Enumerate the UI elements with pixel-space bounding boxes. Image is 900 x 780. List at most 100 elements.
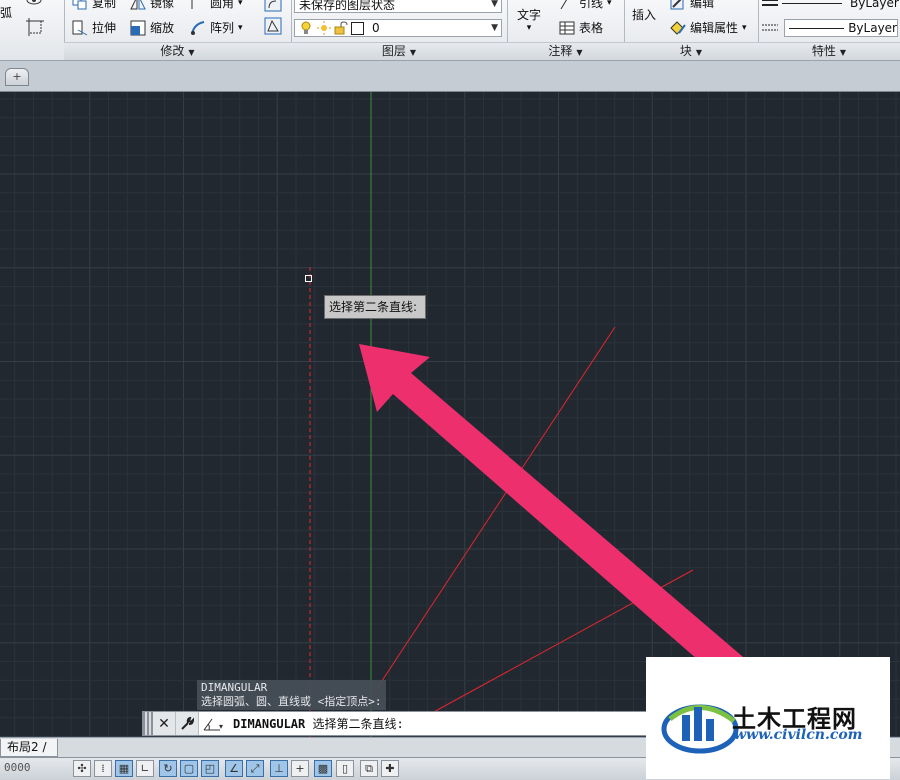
stretch-button[interactable]: 拉伸 bbox=[72, 19, 116, 36]
dropdown-icon: ▼ bbox=[491, 0, 498, 9]
scale-button[interactable]: 缩放 bbox=[130, 19, 174, 36]
panel-annotation-title[interactable]: 注释 ▼ bbox=[507, 42, 624, 60]
grid-display-icon[interactable]: ▦ bbox=[115, 760, 133, 777]
offset-button[interactable] bbox=[264, 0, 282, 12]
polar-tracking-icon[interactable]: ↻ bbox=[159, 760, 177, 777]
edit-block-button[interactable]: 编辑 bbox=[670, 0, 714, 11]
fillet-dropdown-icon[interactable]: ▾ bbox=[238, 0, 243, 8]
command-line-grip[interactable] bbox=[143, 712, 153, 735]
watermark-logo bbox=[661, 704, 739, 754]
dropdown-icon: ▼ bbox=[695, 48, 703, 57]
snap-grid-icon[interactable]: ⁞ bbox=[94, 760, 112, 777]
array-button[interactable]: 阵列 ▾ bbox=[190, 19, 243, 36]
layer-state-dropdown[interactable]: 未保存的图层状态 ▼ bbox=[294, 0, 502, 13]
plus-icon: + bbox=[12, 70, 22, 83]
command-history: DIMANGULAR 选择圆弧、圆、直线或 <指定顶点>: bbox=[197, 680, 386, 710]
explode-button[interactable] bbox=[264, 17, 282, 35]
close-icon[interactable]: ✕ bbox=[153, 712, 176, 735]
object-snap-icon[interactable]: ∠ bbox=[225, 760, 243, 777]
region-icon[interactable] bbox=[26, 18, 44, 36]
history-line: 选择圆弧、圆、直线或 <指定顶点>: bbox=[201, 695, 382, 708]
command-prompt: 选择第二条直线: bbox=[312, 717, 404, 731]
panel-modify: 复制 镜像 圆角 ▾ 拉伸 缩放 阵列 ▾ 修改 ▼ bbox=[64, 0, 292, 60]
command-line[interactable]: ✕ ▾ DIMANGULAR 选择第二条直线: bbox=[142, 711, 652, 736]
panel-layers: 未保存的图层状态 ▼ 0 ▼ 图层 ▼ bbox=[291, 0, 508, 60]
file-tab-strip: + bbox=[0, 61, 900, 92]
color-swatch bbox=[351, 21, 364, 35]
edit-attributes-button[interactable]: 编辑属性 ▾ bbox=[670, 19, 747, 36]
ribbon: 弧 复制 镜像 圆角 ▾ 拉伸 缩放 阵列 ▾ 修改 ▼ 未保存的图层状态 ▼ … bbox=[0, 0, 900, 61]
insert-button[interactable]: 插入 bbox=[632, 6, 656, 23]
lightbulb-icon bbox=[301, 21, 311, 34]
dynamic-ucs-icon[interactable]: ⊥ bbox=[270, 760, 288, 777]
table-icon bbox=[559, 21, 575, 34]
panel-properties: ByLayer ByLayer 特性 ▼ bbox=[758, 0, 900, 60]
lineweight-dropdown[interactable]: ByLayer bbox=[784, 19, 898, 37]
ortho-icon[interactable]: ∟ bbox=[136, 760, 154, 777]
coordinates-readout: 0000 bbox=[4, 761, 31, 774]
panel-block: 插入 编辑 编辑属性 ▾ 块 ▼ bbox=[624, 0, 759, 60]
lineweight-toggle-icon[interactable]: ⤢ bbox=[246, 760, 264, 777]
dynamic-input-icon[interactable]: + bbox=[291, 760, 309, 777]
dropdown-icon: ▼ bbox=[491, 23, 498, 33]
explode-icon bbox=[264, 17, 282, 35]
dropdown-icon: ▼ bbox=[576, 48, 583, 57]
panel-block-title[interactable]: 块 ▼ bbox=[624, 42, 758, 60]
edit-block-icon bbox=[670, 0, 684, 9]
wrench-icon[interactable] bbox=[176, 712, 199, 735]
text-button[interactable]: 文字 ▾ bbox=[517, 6, 541, 33]
leader-button[interactable]: 引线 ▾ bbox=[559, 0, 612, 11]
drawing-canvas[interactable] bbox=[0, 92, 900, 737]
dropdown-icon: ▼ bbox=[188, 48, 195, 57]
workspace-icon[interactable]: ✚ bbox=[381, 760, 399, 777]
stretch-icon bbox=[72, 20, 88, 35]
dashed-linetype-icon[interactable] bbox=[762, 22, 778, 34]
panel-properties-title[interactable]: 特性 ▼ bbox=[758, 42, 900, 60]
leader-icon bbox=[560, 0, 567, 9]
edit-attributes-icon bbox=[670, 20, 686, 35]
linetype-row[interactable]: ByLayer bbox=[762, 0, 899, 10]
selection-cycling-icon[interactable]: ▯ bbox=[336, 760, 354, 777]
command-name: DIMANGULAR bbox=[233, 717, 306, 731]
table-button[interactable]: 表格 bbox=[559, 19, 603, 36]
watermark: 土木工程网 www.civilcn.com bbox=[646, 657, 890, 779]
transparency-icon[interactable]: ▩ bbox=[314, 760, 332, 777]
svg-text:▾: ▾ bbox=[219, 722, 223, 731]
arc-label: 弧 bbox=[0, 6, 13, 20]
watermark-url: www.civilcn.com bbox=[734, 727, 863, 743]
layout-tab[interactable]: 布局2 / bbox=[0, 739, 58, 757]
annotation-monitor-icon[interactable]: ⧉ bbox=[360, 760, 378, 777]
model-space-icon[interactable]: ✣ bbox=[73, 760, 91, 777]
copy-button[interactable]: 复制 bbox=[72, 0, 116, 11]
dropdown-icon: ▼ bbox=[409, 48, 417, 57]
panel-layers-title[interactable]: 图层 ▼ bbox=[291, 42, 507, 60]
pickbox-cursor bbox=[305, 275, 312, 282]
command-input[interactable]: DIMANGULAR 选择第二条直线: bbox=[227, 715, 404, 732]
isodraft-icon[interactable]: ▢ bbox=[180, 760, 198, 777]
dynamic-input-tooltip: 选择第二条直线: bbox=[324, 295, 426, 319]
panel-modify-title[interactable]: 修改 ▼ bbox=[64, 42, 291, 60]
panel-annotation: 文字 ▾ 引线 ▾ 表格 注释 ▼ bbox=[507, 0, 625, 60]
fillet-icon bbox=[191, 0, 193, 9]
dropdown-icon: ▾ bbox=[607, 0, 612, 8]
array-dropdown-icon[interactable]: ▾ bbox=[238, 23, 243, 33]
dropdown-icon: ▼ bbox=[839, 48, 847, 57]
object-snap-tracking-icon[interactable]: ◰ bbox=[201, 760, 219, 777]
array-icon bbox=[191, 20, 205, 35]
panel-draw: 弧 bbox=[0, 0, 65, 60]
dropdown-icon: ▾ bbox=[526, 23, 532, 33]
eye-icon[interactable] bbox=[26, 0, 42, 6]
layer-dropdown[interactable]: 0 ▼ bbox=[294, 19, 502, 37]
linetype-icon bbox=[762, 0, 778, 6]
mirror-button[interactable]: 镜像 bbox=[130, 0, 174, 11]
unlock-icon bbox=[334, 21, 348, 35]
fillet-button[interactable]: 圆角 ▾ bbox=[190, 0, 243, 11]
copy-icon bbox=[72, 0, 87, 9]
scale-icon bbox=[130, 20, 146, 35]
new-tab-button[interactable]: + bbox=[5, 68, 29, 86]
drawing-area[interactable] bbox=[0, 92, 900, 737]
dropdown-icon: ▾ bbox=[742, 22, 747, 33]
dimangular-icon: ▾ bbox=[199, 712, 227, 735]
arc-tool[interactable]: 弧 bbox=[0, 4, 12, 21]
sun-icon bbox=[317, 21, 331, 35]
